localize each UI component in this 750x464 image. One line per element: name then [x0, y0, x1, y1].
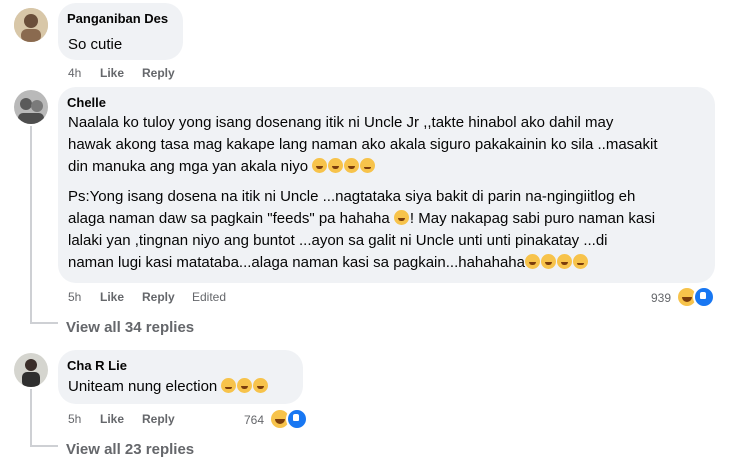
smile-emoji-icon [221, 378, 237, 393]
laugh-emoji-icon [556, 254, 572, 269]
laugh-emoji-icon [237, 378, 253, 393]
reply-button[interactable]: Reply [142, 290, 175, 304]
avatar[interactable] [14, 90, 48, 124]
like-reaction-icon[interactable] [286, 408, 308, 430]
laugh-emoji-icon [253, 378, 269, 393]
comment-text-line: naman lugi kasi matataba...alaga naman k… [68, 252, 589, 274]
laugh-emoji-icon [524, 254, 540, 269]
thread-line [30, 322, 58, 324]
comment-author[interactable]: Panganiban Des [67, 11, 168, 26]
comment-time[interactable]: 5h [68, 290, 81, 304]
smile-emoji-icon [572, 254, 588, 269]
thread-line [30, 126, 32, 324]
reply-button[interactable]: Reply [142, 66, 175, 80]
comment-text: So cutie [68, 36, 123, 53]
laugh-emoji-icon [393, 210, 409, 225]
like-reaction-icon[interactable] [693, 286, 715, 308]
reply-button[interactable]: Reply [142, 412, 175, 426]
laugh-emoji-icon [328, 158, 344, 173]
comment-text-line: alaga naman daw sa pagkain "feeds" pa ha… [68, 208, 655, 230]
comment-text-segment: naman lugi kasi matataba...alaga naman k… [68, 254, 525, 271]
avatar[interactable] [14, 353, 48, 387]
comment-author[interactable]: Cha R Lie [67, 358, 127, 373]
comment-time[interactable]: 4h [68, 66, 81, 80]
reaction-count[interactable]: 764 [244, 413, 264, 427]
comment-text-segment: din manuka ang mga yan akala niyo [68, 158, 309, 175]
avatar[interactable] [14, 8, 48, 42]
like-button[interactable]: Like [100, 412, 124, 426]
comment-text-line: din manuka ang mga yan akala niyo [68, 156, 376, 178]
laugh-emoji-icon [344, 158, 360, 173]
comment-text-line: Naalala ko tuloy yong isang dosenang iti… [68, 114, 614, 131]
comment-text-line: hawak akong tasa mag kakape lang naman a… [68, 136, 658, 153]
smile-emoji-icon [360, 158, 376, 173]
comment-text-segment: alaga naman daw sa pagkain "feeds" pa ha… [68, 210, 390, 227]
thread-line [30, 445, 58, 447]
thread-line [30, 389, 32, 447]
view-replies-link[interactable]: View all 23 replies [66, 441, 194, 458]
comment-author[interactable]: Chelle [67, 95, 106, 110]
like-button[interactable]: Like [100, 66, 124, 80]
comment-text-segment: ! May nakapag sabi puro naman kasi [409, 210, 656, 227]
like-button[interactable]: Like [100, 290, 124, 304]
comment-time[interactable]: 5h [68, 412, 81, 426]
reaction-count[interactable]: 939 [651, 291, 671, 305]
view-replies-link[interactable]: View all 34 replies [66, 319, 194, 336]
comment-text-line: lalaki yan ,tingnan niyo ang buntot ...a… [68, 232, 608, 249]
comment-text-line: Uniteam nung election [68, 376, 269, 398]
comment-text-line: Ps:Yong isang dosena na itik ni Uncle ..… [68, 188, 636, 205]
laugh-emoji-icon [312, 158, 328, 173]
laugh-emoji-icon [540, 254, 556, 269]
comment-text-segment: Uniteam nung election [68, 378, 218, 395]
edited-label: Edited [192, 290, 227, 304]
